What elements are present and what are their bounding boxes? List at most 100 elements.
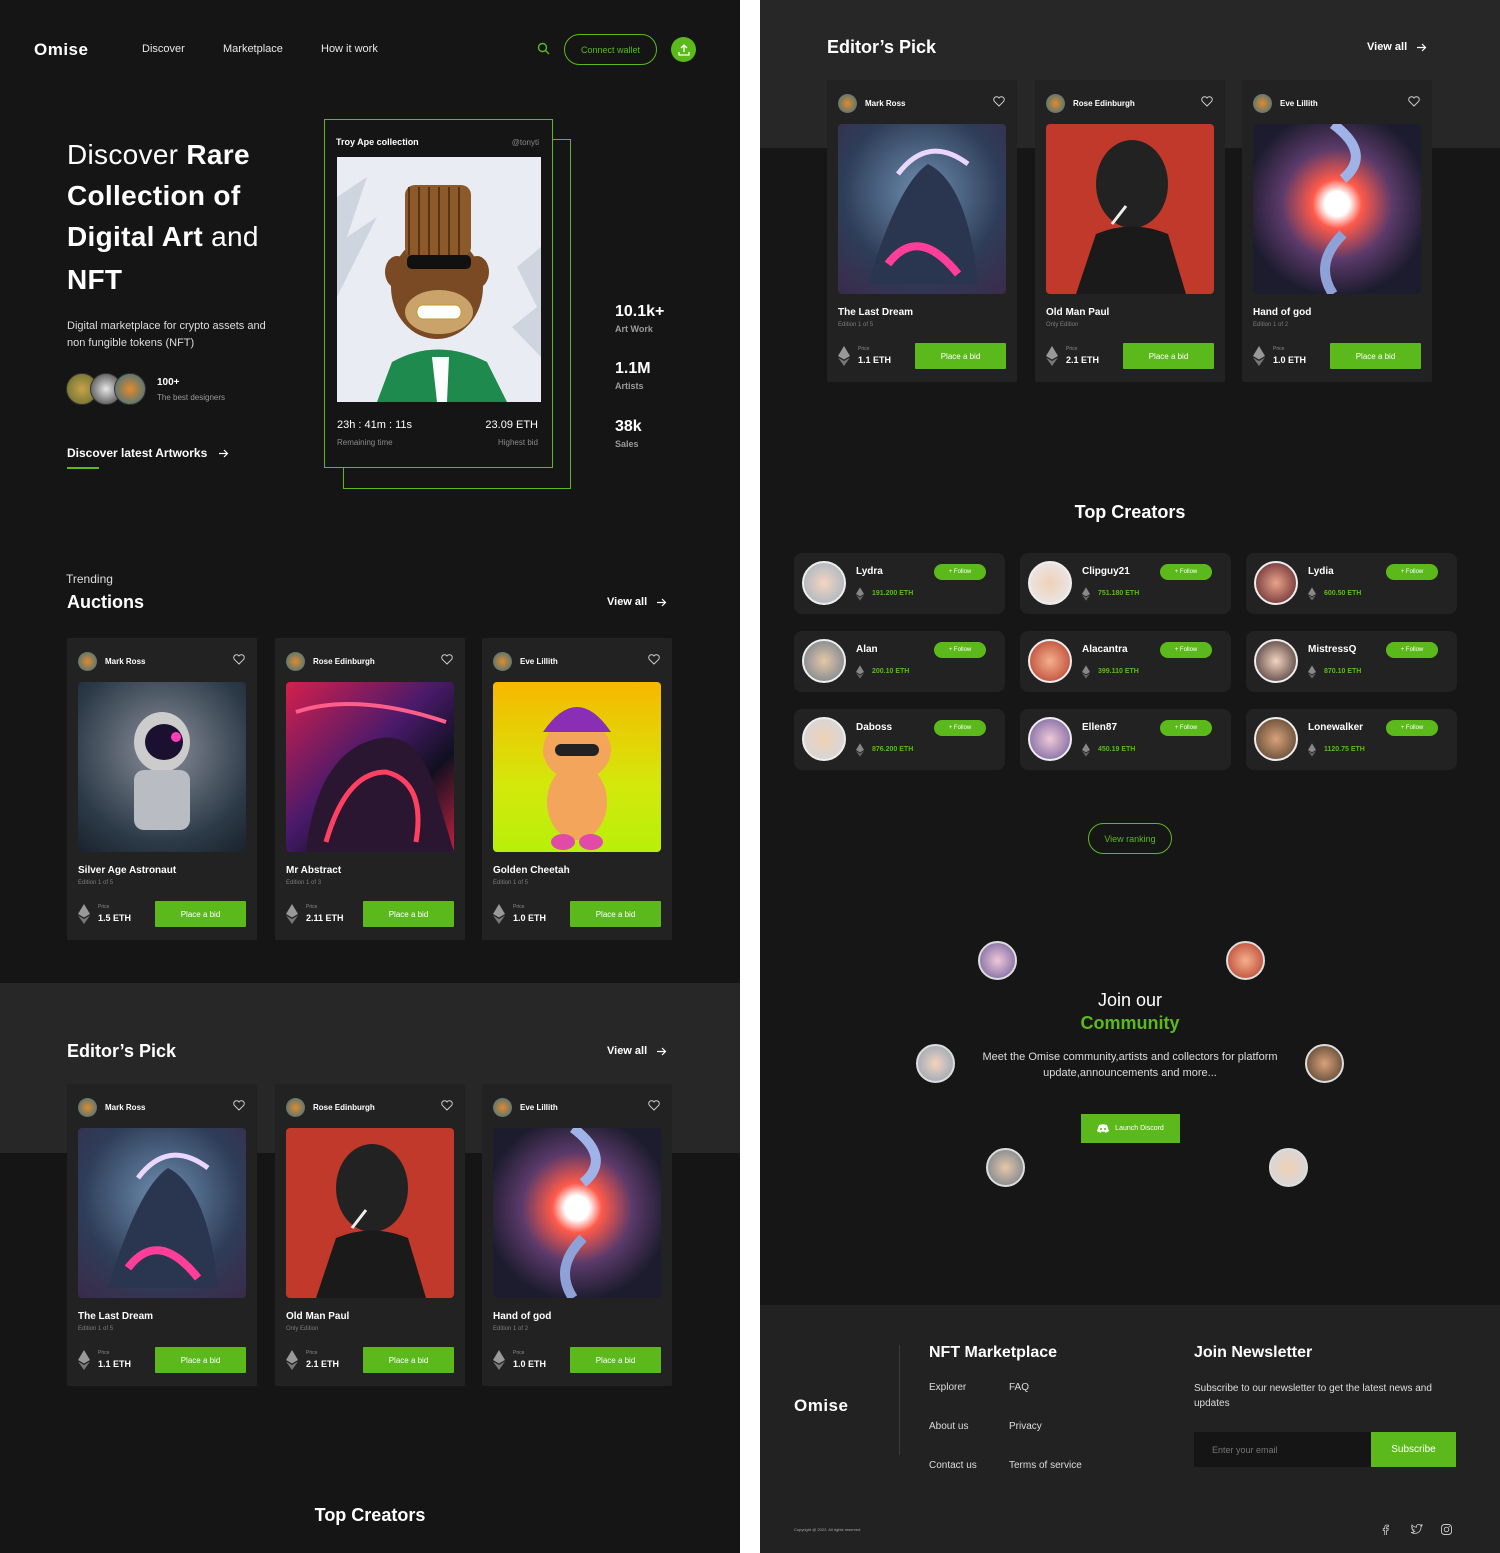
artwork-name: Hand of god [1253, 307, 1312, 318]
connect-wallet-button[interactable]: Connect wallet [564, 34, 657, 65]
auction-card[interactable]: Mark Ross Silver Age Astronaut Edition 1… [67, 638, 257, 940]
artwork-edition: Only Edition [1046, 322, 1079, 328]
artwork-edition: Edition 1 of 5 [78, 1326, 114, 1332]
footer-link-contact[interactable]: Contact us [929, 1460, 977, 1471]
creator-avatar [802, 717, 846, 761]
follow-button[interactable]: + Follow [1160, 564, 1212, 580]
eth-icon [1082, 743, 1090, 757]
feature-card[interactable]: Troy Ape collection @tonyti 23h : 41m : … [324, 119, 553, 468]
place-bid-button[interactable]: Place a bid [1330, 343, 1421, 369]
heart-icon[interactable] [1201, 96, 1213, 107]
creator-avatar [1028, 639, 1072, 683]
twitter-icon[interactable] [1410, 1524, 1423, 1535]
place-bid-button[interactable]: Place a bid [1123, 343, 1214, 369]
follow-button[interactable]: + Follow [934, 564, 986, 580]
nav-how-it-work[interactable]: How it work [321, 43, 378, 55]
owner-name: Rose Edinburgh [1073, 99, 1135, 108]
heart-icon[interactable] [233, 1100, 245, 1111]
owner-name: Eve Lillith [520, 1103, 558, 1112]
creator-card[interactable]: Lonewalker 1120.75 ETH + Follow [1246, 709, 1457, 770]
community-avatar [1269, 1148, 1308, 1187]
place-bid-button[interactable]: Place a bid [155, 901, 246, 927]
follow-button[interactable]: + Follow [1386, 642, 1438, 658]
footer-link-explorer[interactable]: Explorer [929, 1382, 966, 1393]
heart-icon[interactable] [1408, 96, 1420, 107]
eth-icon [286, 904, 298, 924]
brand-logo[interactable]: Omise [34, 40, 88, 60]
artwork-price: 1.0 ETH [1273, 355, 1307, 365]
place-bid-button[interactable]: Place a bid [570, 1347, 661, 1373]
artwork-hand-of-god [493, 1128, 661, 1298]
email-input[interactable] [1194, 1432, 1371, 1467]
auction-card[interactable]: Rose Edinburgh Mr Abstract Edition 1 of … [275, 638, 465, 940]
place-bid-button[interactable]: Place a bid [363, 1347, 454, 1373]
follow-button[interactable]: + Follow [934, 720, 986, 736]
artwork-price: 1.0 ETH [513, 913, 547, 923]
follow-button[interactable]: + Follow [1160, 720, 1212, 736]
creator-card[interactable]: Lydra 191.200 ETH + Follow [794, 553, 1005, 614]
place-bid-button[interactable]: Place a bid [915, 343, 1006, 369]
auction-card[interactable]: Eve Lillith Golden Cheetah Edition 1 of … [482, 638, 672, 940]
nav-marketplace[interactable]: Marketplace [223, 43, 283, 55]
landing-page-left: Omise Discover Marketplace How it work C… [0, 0, 740, 1553]
editors-view-all[interactable]: View all [607, 1045, 667, 1057]
footer-logo[interactable]: Omise [794, 1396, 848, 1416]
follow-button[interactable]: + Follow [1386, 720, 1438, 736]
owner-avatar [1046, 94, 1065, 113]
editors-card[interactable]: Mark Ross The Last Dream Edition 1 of 5 … [67, 1084, 257, 1386]
creator-name: MistressQ [1308, 644, 1357, 655]
owner-avatar [838, 94, 857, 113]
creator-card[interactable]: Alan 200.10 ETH + Follow [794, 631, 1005, 692]
heart-icon[interactable] [648, 1100, 660, 1111]
place-bid-button[interactable]: Place a bid [155, 1347, 246, 1373]
hero-title: Discover Rare Collection of Digital Art … [67, 139, 259, 295]
editors-card[interactable]: Rose Edinburgh Old Man Paul Only Edition… [275, 1084, 465, 1386]
follow-button[interactable]: + Follow [934, 642, 986, 658]
footer-link-faq[interactable]: FAQ [1009, 1382, 1029, 1393]
editors-view-all[interactable]: View all [1367, 41, 1427, 53]
artwork-name: Old Man Paul [286, 1311, 350, 1322]
heart-icon[interactable] [441, 1100, 453, 1111]
arrow-right-icon [657, 598, 667, 606]
auctions-view-all[interactable]: View all [607, 596, 667, 608]
subscribe-button[interactable]: Subscribe [1371, 1432, 1456, 1467]
nav-discover[interactable]: Discover [142, 43, 185, 55]
search-icon[interactable] [537, 42, 550, 60]
creator-avatar [1254, 561, 1298, 605]
creator-card[interactable]: Lydia 600.50 ETH + Follow [1246, 553, 1457, 614]
heart-icon[interactable] [993, 96, 1005, 107]
footer-link-terms[interactable]: Terms of service [1009, 1460, 1082, 1471]
creator-name: Clipguy21 [1082, 566, 1130, 577]
artwork-price: 1.1 ETH [98, 1359, 132, 1369]
launch-discord-button[interactable]: Launch Discord [1081, 1114, 1180, 1143]
owner-avatar [286, 652, 305, 671]
footer-link-about[interactable]: About us [929, 1421, 968, 1432]
eth-icon [856, 665, 864, 679]
footer-link-privacy[interactable]: Privacy [1009, 1421, 1042, 1432]
place-bid-button[interactable]: Place a bid [363, 901, 454, 927]
creator-avatar [802, 561, 846, 605]
facebook-icon[interactable] [1380, 1524, 1391, 1535]
creator-card[interactable]: MistressQ 870.10 ETH + Follow [1246, 631, 1457, 692]
editors-card[interactable]: Eve Lillith Hand of god Edition 1 of 2 P… [482, 1084, 672, 1386]
creator-card[interactable]: Ellen87 450.19 ETH + Follow [1020, 709, 1231, 770]
editors-card[interactable]: Rose Edinburgh Old Man Paul Only Edition… [1035, 80, 1225, 382]
upload-button[interactable] [671, 37, 696, 62]
creator-card[interactable]: Daboss 876.200 ETH + Follow [794, 709, 1005, 770]
stat-sales: 38k Sales [615, 418, 642, 449]
discover-artworks-link[interactable]: Discover latest Artworks [67, 446, 229, 460]
owner-name: Mark Ross [105, 1103, 146, 1112]
follow-button[interactable]: + Follow [1160, 642, 1212, 658]
follow-button[interactable]: + Follow [1386, 564, 1438, 580]
editors-card[interactable]: Eve Lillith Hand of god Edition 1 of 2 P… [1242, 80, 1432, 382]
creator-card[interactable]: Clipguy21 751.180 ETH + Follow [1020, 553, 1231, 614]
place-bid-button[interactable]: Place a bid [570, 901, 661, 927]
owner-name: Eve Lillith [520, 657, 558, 666]
heart-icon[interactable] [441, 654, 453, 665]
heart-icon[interactable] [648, 654, 660, 665]
heart-icon[interactable] [233, 654, 245, 665]
instagram-icon[interactable] [1441, 1524, 1452, 1535]
creator-card[interactable]: Alacantra 399.110 ETH + Follow [1020, 631, 1231, 692]
editors-card[interactable]: Mark Ross The Last Dream Edition 1 of 5 … [827, 80, 1017, 382]
view-ranking-button[interactable]: View ranking [1088, 823, 1172, 854]
